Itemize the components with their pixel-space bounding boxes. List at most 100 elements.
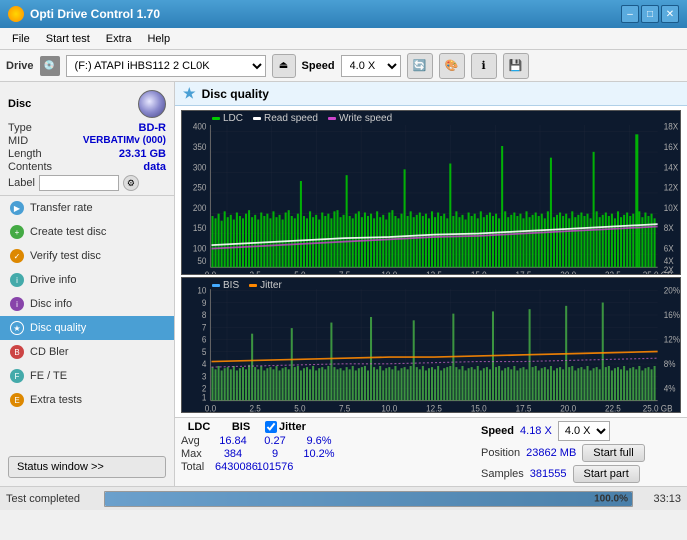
sidebar-item-cd-bler[interactable]: B CD Bler xyxy=(0,340,174,364)
save-button[interactable]: 💾 xyxy=(503,53,529,79)
speed-select[interactable]: 4.0 X xyxy=(341,55,401,77)
disc-title: Disc xyxy=(8,98,31,110)
stats-samples-label: Samples xyxy=(481,468,524,480)
disc-contents-label: Contents xyxy=(8,161,52,173)
color-button[interactable]: 🎨 xyxy=(439,53,465,79)
progress-percentage: 100.0% xyxy=(594,493,628,504)
svg-text:10.0: 10.0 xyxy=(381,404,397,412)
disc-mid-val: VERBATIMv (000) xyxy=(83,135,166,147)
sidebar-item-fe-te[interactable]: F FE / TE xyxy=(0,364,174,388)
sidebar-item-disc-quality[interactable]: ★ Disc quality xyxy=(0,316,174,340)
stats-max-bis: 9 xyxy=(255,448,295,460)
svg-text:17.5: 17.5 xyxy=(516,269,532,274)
drive-icon: 💿 xyxy=(40,56,60,76)
svg-text:22.5: 22.5 xyxy=(605,269,621,274)
stats-samples-row: Samples 381555 Start part xyxy=(481,465,640,483)
bis-chart: BIS Jitter xyxy=(181,277,681,413)
main-area: Disc Type BD-R MID VERBATIMv (000) Lengt… xyxy=(0,82,687,486)
disc-contents-val: data xyxy=(143,161,166,173)
stats-max-jitter: 10.2% xyxy=(299,448,339,460)
stats-avg-speed: 4.18 X xyxy=(520,425,552,437)
stats-total-label: Total xyxy=(181,461,211,473)
disc-quality-icon: ★ xyxy=(10,321,24,335)
stats-header-bis: BIS xyxy=(221,421,261,433)
disc-label-btn[interactable]: ⚙ xyxy=(123,175,139,191)
disc-label-row: Label ⚙ xyxy=(8,175,166,191)
legend-ldc: LDC xyxy=(212,113,243,124)
sidebar-item-extra-tests[interactable]: E Extra tests xyxy=(0,388,174,412)
menubar: File Start test Extra Help xyxy=(0,28,687,50)
sidebar-item-transfer-rate[interactable]: ▶ Transfer rate xyxy=(0,196,174,220)
start-full-button[interactable]: Start full xyxy=(582,444,644,462)
stats-container: LDC BIS Jitter Avg 16.84 0.27 9.6% xyxy=(181,421,681,483)
menu-extra[interactable]: Extra xyxy=(98,31,140,47)
disc-type-row: Type BD-R xyxy=(8,122,166,134)
svg-text:16X: 16X xyxy=(664,142,679,153)
svg-text:10X: 10X xyxy=(664,202,679,213)
svg-text:12.5: 12.5 xyxy=(426,269,442,274)
fe-te-icon: F xyxy=(10,369,24,383)
sidebar-item-create-test-disc[interactable]: + Create test disc xyxy=(0,220,174,244)
svg-text:7.5: 7.5 xyxy=(339,404,351,412)
toolbar: Drive 💿 (F:) ATAPI iHBS112 2 CL0K ⏏ Spee… xyxy=(0,50,687,82)
titlebar-left: Opti Drive Control 1.70 xyxy=(8,6,160,22)
stats-total-row: Total 6430086 101576 xyxy=(181,461,473,473)
stats-left: LDC BIS Jitter Avg 16.84 0.27 9.6% xyxy=(181,421,473,473)
menu-file[interactable]: File xyxy=(4,31,38,47)
sidebar-item-drive-info[interactable]: i Drive info xyxy=(0,268,174,292)
status-bar: Test completed 100.0% 33:13 xyxy=(0,486,687,510)
start-part-button[interactable]: Start part xyxy=(573,465,640,483)
sidebar-label-extra-tests: Extra tests xyxy=(30,394,82,406)
refresh-button[interactable]: 🔄 xyxy=(407,53,433,79)
svg-text:16%: 16% xyxy=(664,310,680,320)
svg-text:15.0: 15.0 xyxy=(471,269,487,274)
eject-button[interactable]: ⏏ xyxy=(272,54,296,78)
chart1-legend: LDC Read speed Write speed xyxy=(212,113,392,124)
svg-text:5: 5 xyxy=(202,347,207,357)
svg-text:9: 9 xyxy=(202,298,207,308)
close-button[interactable]: ✕ xyxy=(661,5,679,23)
svg-text:18X: 18X xyxy=(664,121,679,132)
disc-quality-title: Disc quality xyxy=(202,87,269,101)
charts-area: LDC Read speed Write speed xyxy=(175,106,687,417)
legend-jitter-dot xyxy=(249,284,257,287)
stats-speed-select[interactable]: 4.0 X xyxy=(558,421,610,441)
disc-type-val: BD-R xyxy=(139,122,167,134)
maximize-button[interactable]: □ xyxy=(641,5,659,23)
disc-mid-label: MID xyxy=(8,135,28,147)
menu-start-test[interactable]: Start test xyxy=(38,31,98,47)
disc-quality-header-icon: ★ xyxy=(183,85,196,102)
disc-length-label: Length xyxy=(8,148,42,160)
svg-text:14X: 14X xyxy=(664,162,679,173)
legend-write-speed-label: Write speed xyxy=(339,113,392,124)
disc-label-input[interactable] xyxy=(39,175,119,191)
progress-time: 33:13 xyxy=(641,493,681,505)
stats-header: LDC BIS Jitter xyxy=(181,421,473,433)
sidebar-item-disc-info[interactable]: i Disc info xyxy=(0,292,174,316)
status-text: Test completed xyxy=(6,493,96,505)
menu-help[interactable]: Help xyxy=(139,31,178,47)
status-window-button[interactable]: Status window >> xyxy=(8,456,166,478)
stats-position-label: Position xyxy=(481,447,520,459)
minimize-button[interactable]: – xyxy=(621,5,639,23)
verify-test-disc-icon: ✓ xyxy=(10,249,24,263)
stats-position-val: 23862 MB xyxy=(526,447,576,459)
stats-avg-bis: 0.27 xyxy=(255,435,295,447)
svg-text:10.0: 10.0 xyxy=(381,269,397,274)
drive-select[interactable]: (F:) ATAPI iHBS112 2 CL0K xyxy=(66,55,266,77)
legend-jitter: Jitter xyxy=(249,280,282,291)
svg-text:12.5: 12.5 xyxy=(426,404,442,412)
sidebar-label-disc-info: Disc info xyxy=(30,298,72,310)
jitter-checkbox[interactable] xyxy=(265,421,277,433)
disc-info-icon: i xyxy=(10,297,24,311)
svg-text:8: 8 xyxy=(202,310,207,320)
stats-right: Speed 4.18 X 4.0 X Position 23862 MB Sta… xyxy=(481,421,681,483)
chart2-legend: BIS Jitter xyxy=(212,280,282,291)
svg-text:0.0: 0.0 xyxy=(205,404,217,412)
sidebar-item-verify-test-disc[interactable]: ✓ Verify test disc xyxy=(0,244,174,268)
info-button[interactable]: ℹ xyxy=(471,53,497,79)
stats-total-ldc: 6430086 xyxy=(215,461,251,473)
sidebar-label-cd-bler: CD Bler xyxy=(30,346,69,358)
drive-label: Drive xyxy=(6,60,34,72)
sidebar: Disc Type BD-R MID VERBATIMv (000) Lengt… xyxy=(0,82,175,486)
